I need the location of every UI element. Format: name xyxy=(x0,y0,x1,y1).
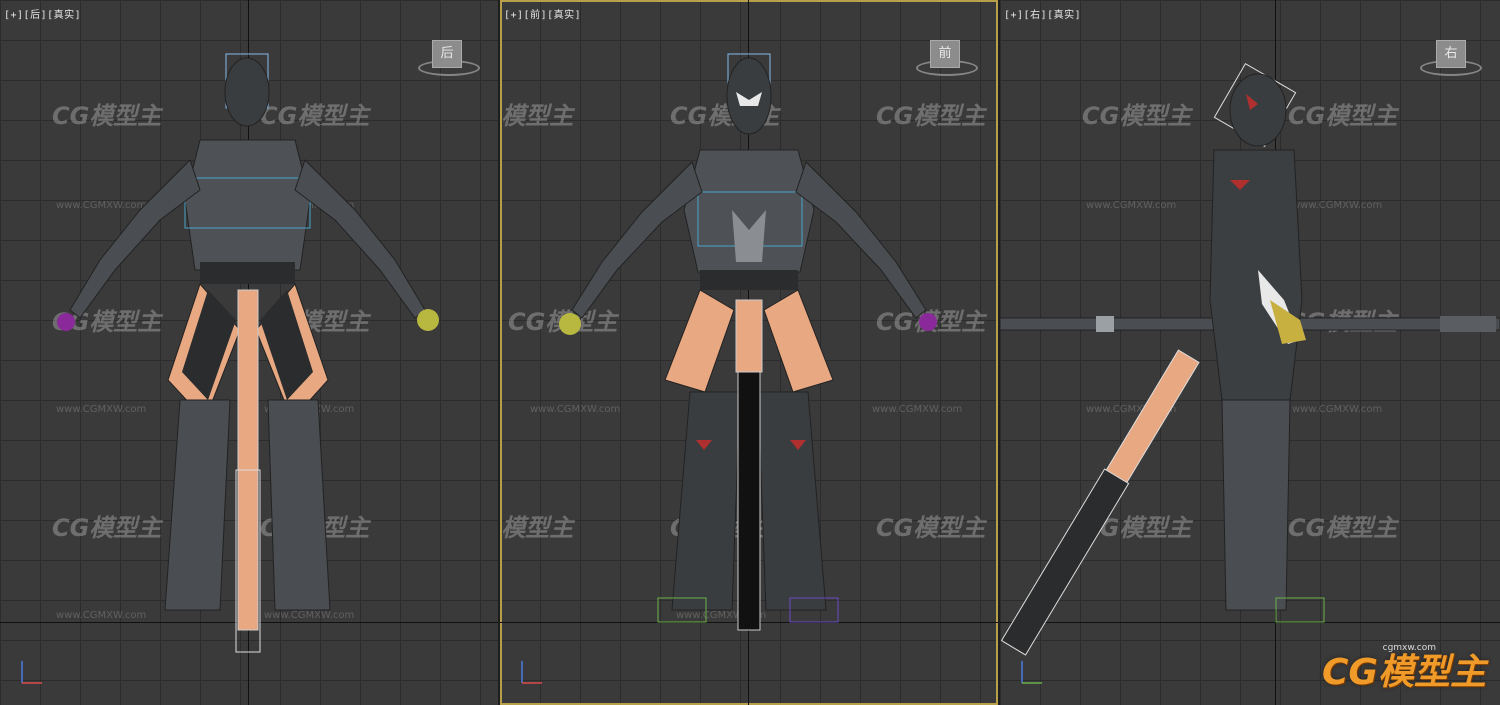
character-model-front[interactable] xyxy=(500,0,998,705)
viewport-front[interactable]: [+][前][真实] 前 CG模型主 CG模型主 CG模型主 CG模型主 CG模… xyxy=(500,0,998,705)
viewport-area: [+][后][真实] 后 CG模型主 CG模型主 CG模型主 CG模型主 CG模… xyxy=(0,0,1500,705)
character-model-side[interactable] xyxy=(1000,0,1500,705)
viewport-right[interactable]: [+][右][真实] 右 CG模型主 CG模型主 CG模型主 CG模型主 CG模… xyxy=(1000,0,1500,705)
axis-gizmo xyxy=(521,661,542,684)
brand-logo: CG模型主 xyxy=(1322,652,1486,693)
character-model-back[interactable] xyxy=(0,0,498,705)
viewport-back[interactable]: [+][后][真实] 后 CG模型主 CG模型主 CG模型主 CG模型主 CG模… xyxy=(0,0,498,705)
axis-gizmo xyxy=(21,661,42,684)
axis-gizmo xyxy=(1021,661,1042,684)
